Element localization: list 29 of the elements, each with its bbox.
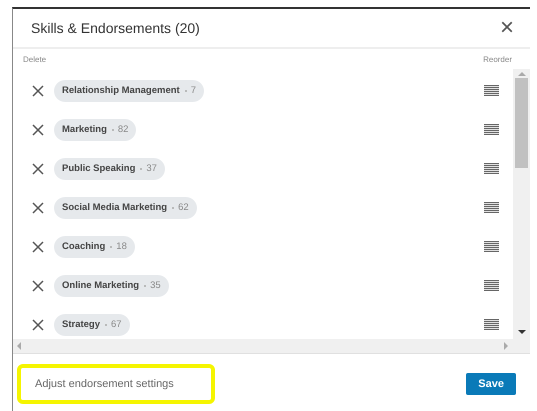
drag-handle-icon[interactable] xyxy=(484,124,499,135)
column-label: Delete xyxy=(23,55,46,66)
delete-icon[interactable] xyxy=(30,278,46,294)
delete-icon[interactable] xyxy=(30,82,46,98)
skill-tag: Relationship Management 7 xyxy=(54,80,204,102)
settings-link[interactable]: Adjust endorsement settings xyxy=(17,364,215,404)
skill-tag: Marketing 82 xyxy=(54,118,136,140)
delete-icon[interactable] xyxy=(30,122,46,138)
drag-handle-icon[interactable] xyxy=(484,163,499,174)
drag-handle-icon[interactable] xyxy=(484,85,499,96)
scrollbar[interactable] xyxy=(513,69,530,339)
skill-tag: Social Media Marketing 62 xyxy=(54,196,197,218)
skill-tag: Coaching 18 xyxy=(54,236,135,258)
dialog-title: Skills & Endorsements (20) xyxy=(31,20,200,36)
scroll-down-icon[interactable] xyxy=(518,330,526,334)
skill-tag: Public Speaking 37 xyxy=(54,158,165,180)
skill-tag: Online Marketing 35 xyxy=(54,274,169,296)
drag-handle-icon[interactable] xyxy=(484,241,499,252)
save-button[interactable]: Save xyxy=(466,372,516,394)
column-label: Reorder xyxy=(483,55,512,66)
close-button[interactable]: × xyxy=(496,16,518,40)
delete-icon[interactable] xyxy=(30,316,46,332)
drag-handle-icon[interactable] xyxy=(484,202,499,213)
delete-icon[interactable] xyxy=(30,160,46,176)
drag-handle-icon[interactable] xyxy=(484,280,499,291)
delete-icon[interactable] xyxy=(30,238,46,254)
delete-icon[interactable] xyxy=(30,200,46,216)
drag-handle-icon[interactable] xyxy=(484,319,499,330)
skill-tag: Strategy 67 xyxy=(54,314,130,336)
